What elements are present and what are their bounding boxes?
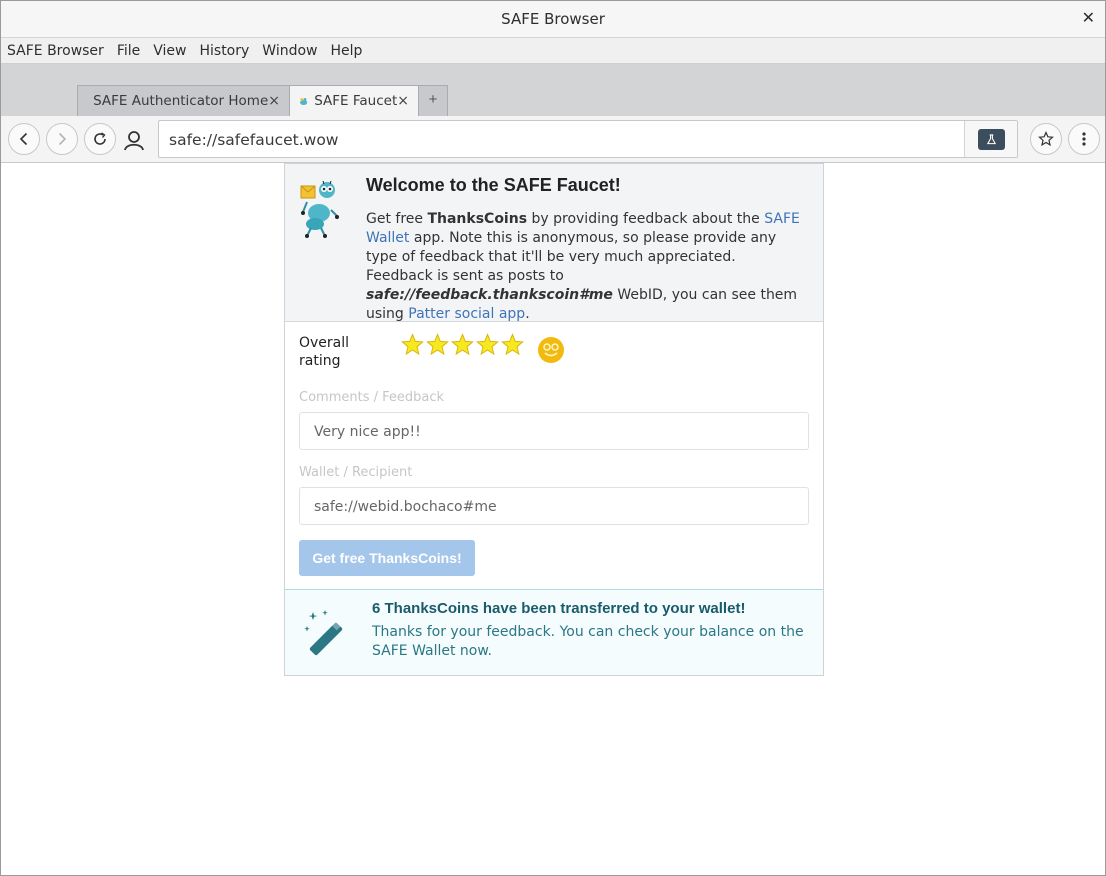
experiments-segment xyxy=(964,121,1017,157)
star-icon[interactable] xyxy=(425,333,450,357)
navigation-bar xyxy=(1,116,1105,163)
faucet-favicon-icon xyxy=(300,97,308,105)
browser-window: SAFE Browser ✕ SAFE Browser File View Hi… xyxy=(0,0,1106,876)
thankscoins-term: ThanksCoins xyxy=(427,211,528,227)
intro-segment: app. Note this is anonymous, so please p… xyxy=(366,230,777,284)
menu-view[interactable]: View xyxy=(153,43,186,59)
card-header: Welcome to the SAFE Faucet! Get free Tha… xyxy=(285,164,823,322)
tab-strip: SAFE Authenticator Home × SAFE Faucet × … xyxy=(1,64,1105,116)
star-icon[interactable] xyxy=(400,333,425,357)
account-button[interactable] xyxy=(122,128,146,152)
menu-help[interactable]: Help xyxy=(331,43,363,59)
comments-input[interactable] xyxy=(314,422,794,442)
tab-safe-authenticator[interactable]: SAFE Authenticator Home × xyxy=(77,85,290,116)
more-menu-button[interactable] xyxy=(1068,123,1100,155)
menu-safe-browser[interactable]: SAFE Browser xyxy=(7,43,104,59)
star-icon[interactable] xyxy=(475,333,500,357)
tab-label: SAFE Faucet xyxy=(314,93,398,109)
tab-label: SAFE Authenticator Home xyxy=(93,93,269,109)
close-window-button[interactable]: ✕ xyxy=(1082,8,1095,27)
star-rating xyxy=(400,333,525,357)
user-icon xyxy=(124,131,144,151)
intro-segment: . xyxy=(525,306,530,322)
intro-segment: Get free xyxy=(366,211,428,227)
intro-segment: by providing feedback about the xyxy=(527,211,765,227)
success-text: Thanks for your feedback. You can check … xyxy=(372,624,804,659)
faucet-card: Welcome to the SAFE Faucet! Get free Tha… xyxy=(284,163,824,676)
tab-close-icon[interactable]: × xyxy=(397,93,409,109)
window-title: SAFE Browser xyxy=(501,10,605,28)
arrow-right-icon xyxy=(58,132,67,146)
star-outline-icon xyxy=(1038,131,1054,147)
tab-safe-faucet[interactable]: SAFE Faucet × xyxy=(289,85,419,116)
star-icon[interactable] xyxy=(500,333,525,357)
get-thankscoins-button[interactable]: Get free ThanksCoins! xyxy=(299,540,475,576)
arrow-left-icon xyxy=(19,132,28,146)
comments-field xyxy=(299,412,809,450)
bookmark-button[interactable] xyxy=(1030,123,1062,155)
back-button[interactable] xyxy=(8,123,40,155)
menu-history[interactable]: History xyxy=(199,43,249,59)
magic-wand-icon xyxy=(304,610,343,656)
comments-label: Comments / Feedback xyxy=(299,390,445,405)
success-message: 6 ThanksCoins have been transferred to y… xyxy=(285,589,823,675)
faucet-mascot-logo xyxy=(300,180,339,238)
wallet-field xyxy=(299,487,809,525)
tab-close-icon[interactable]: × xyxy=(268,93,280,109)
wallet-label: Wallet / Recipient xyxy=(299,465,413,480)
overall-rating-label: Overall rating xyxy=(299,335,350,369)
flask-icon xyxy=(986,133,996,144)
forward-button[interactable] xyxy=(46,123,78,155)
new-tab-button[interactable]: + xyxy=(418,85,448,116)
menu-window[interactable]: Window xyxy=(262,43,317,59)
reload-icon xyxy=(94,132,106,145)
patter-app-link[interactable]: Patter social app xyxy=(408,306,525,322)
wallet-input[interactable] xyxy=(314,497,794,517)
smiley-face-icon xyxy=(538,337,564,363)
url-input[interactable] xyxy=(169,129,959,151)
star-icon[interactable] xyxy=(450,333,475,357)
feedback-webid: safe://feedback.thankscoin#me xyxy=(366,287,613,303)
menu-file[interactable]: File xyxy=(117,43,140,59)
intro-text: Get free ThanksCoins by providing feedba… xyxy=(366,210,806,324)
page-title: Welcome to the SAFE Faucet! xyxy=(366,175,621,195)
reload-button[interactable] xyxy=(84,123,116,155)
more-vertical-icon xyxy=(1082,132,1086,146)
address-bar xyxy=(158,120,1018,158)
success-title: 6 ThanksCoins have been transferred to y… xyxy=(372,600,746,617)
experiments-button[interactable] xyxy=(977,128,1005,150)
title-bar: SAFE Browser ✕ xyxy=(1,1,1105,38)
menu-bar: SAFE Browser File View History Window He… xyxy=(1,38,1105,64)
